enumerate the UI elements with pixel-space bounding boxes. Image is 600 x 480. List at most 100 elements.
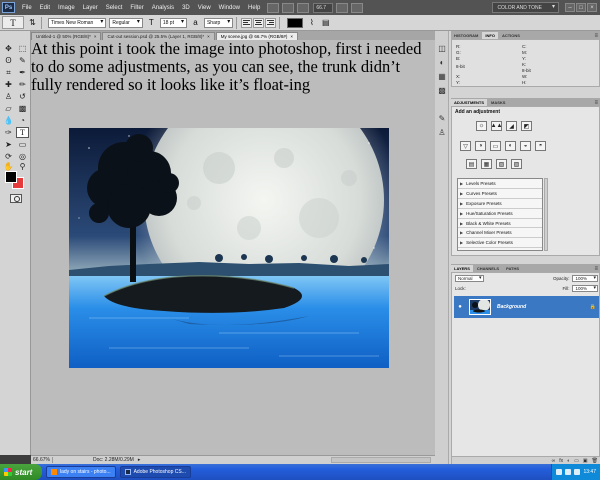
- tray-volume-icon[interactable]: [565, 469, 572, 475]
- tab-adjustments[interactable]: ADJUSTMENTS: [451, 99, 488, 106]
- start-button[interactable]: start: [0, 464, 42, 480]
- brushes-panel-icon[interactable]: ✎: [437, 113, 447, 123]
- opacity-field[interactable]: 100%: [572, 275, 598, 282]
- zoom-tool-icon[interactable]: ⚲: [16, 161, 29, 172]
- type-tool-icon[interactable]: T: [16, 127, 29, 138]
- tab-layers[interactable]: LAYERS: [451, 265, 473, 272]
- exposure-icon[interactable]: ◩: [521, 121, 532, 131]
- swatches-panel-icon[interactable]: ▦: [437, 71, 447, 81]
- mini-bridge-button[interactable]: [282, 2, 295, 13]
- arrange-documents-button[interactable]: [336, 2, 349, 13]
- threshold-icon[interactable]: ▧: [496, 159, 507, 169]
- healing-brush-tool-icon[interactable]: ✚: [2, 79, 15, 90]
- menu-select[interactable]: Select: [102, 5, 127, 11]
- menu-layer[interactable]: Layer: [79, 5, 102, 11]
- gradient-tool-icon[interactable]: ▩: [16, 103, 29, 114]
- hand-button[interactable]: [297, 2, 310, 13]
- channel-mixer-icon[interactable]: ◓: [535, 141, 546, 151]
- menu-edit[interactable]: Edit: [36, 5, 54, 11]
- invert-icon[interactable]: ▤: [466, 159, 477, 169]
- tab-histogram[interactable]: HISTOGRAM: [451, 32, 481, 39]
- preset-selective-color[interactable]: ▶ Selective Color Presets: [458, 238, 542, 249]
- preset-channel-mixer[interactable]: ▶ Channel Mixer Presets: [458, 228, 542, 239]
- brightness-contrast-icon[interactable]: ☼: [476, 121, 487, 131]
- tray-network-icon[interactable]: [556, 469, 563, 475]
- character-panel-icon[interactable]: ▤: [320, 18, 331, 28]
- black-white-icon[interactable]: ◐: [505, 141, 516, 151]
- clone-stamp-tool-icon[interactable]: ♙: [2, 91, 15, 102]
- align-left-button[interactable]: [241, 17, 253, 28]
- bridge-button[interactable]: [267, 2, 280, 13]
- antialias-select[interactable]: Sharp: [203, 17, 234, 28]
- styles-panel-icon[interactable]: ▩: [437, 85, 447, 95]
- menu-analysis[interactable]: Analysis: [148, 5, 178, 11]
- tab-masks[interactable]: MASKS: [488, 99, 508, 106]
- text-color-swatch[interactable]: [287, 17, 304, 28]
- crop-tool-icon[interactable]: ⌗: [2, 67, 15, 78]
- zoom-level-field[interactable]: 66.7: [313, 2, 334, 13]
- tray-security-icon[interactable]: [574, 469, 581, 475]
- horizontal-scrollbar[interactable]: [331, 457, 431, 463]
- menu-window[interactable]: Window: [215, 5, 244, 11]
- levels-icon[interactable]: ▲▲: [491, 121, 502, 131]
- preset-exposure[interactable]: ▶ Exposure Presets: [458, 199, 542, 209]
- photo-filter-icon[interactable]: ◒: [520, 141, 531, 151]
- gradient-map-icon[interactable]: ▨: [511, 159, 522, 169]
- taskbar-item-photoshop[interactable]: Adobe Photoshop CS...: [119, 466, 191, 478]
- pen-tool-icon[interactable]: ✑: [2, 127, 15, 138]
- menu-filter[interactable]: Filter: [126, 5, 147, 11]
- tab-actions[interactable]: ACTIONS: [499, 32, 523, 39]
- navigator-icon[interactable]: ◫: [437, 43, 447, 53]
- tab-channels[interactable]: CHANNELS: [474, 265, 502, 272]
- preset-curves[interactable]: ▶ Curves Presets: [458, 189, 542, 199]
- lasso-tool-icon[interactable]: ʘ: [2, 55, 15, 66]
- preset-levels[interactable]: ▶ Levels Presets: [458, 179, 542, 189]
- fill-field[interactable]: 100%: [572, 285, 598, 292]
- presets-scrollbar[interactable]: [544, 178, 548, 251]
- menu-image[interactable]: Image: [54, 5, 79, 11]
- color-balance-icon[interactable]: ▭: [490, 141, 501, 151]
- dodge-tool-icon[interactable]: ◔: [16, 115, 29, 126]
- quick-mask-icon[interactable]: [10, 194, 22, 203]
- history-brush-tool-icon[interactable]: ↺: [16, 91, 29, 102]
- document-canvas[interactable]: At this point i took the image into phot…: [31, 40, 435, 455]
- font-family-select[interactable]: Times New Roman: [48, 17, 107, 28]
- menu-help[interactable]: Help: [244, 5, 264, 11]
- vibrance-icon[interactable]: ▽: [460, 141, 471, 151]
- clone-source-icon[interactable]: ♙: [437, 127, 447, 137]
- workspace-switcher[interactable]: COLOR AND TONE: [492, 2, 559, 13]
- font-size-select[interactable]: 18 pt: [159, 17, 187, 28]
- shape-tool-icon[interactable]: ▭: [16, 139, 29, 150]
- brush-tool-icon[interactable]: ✏: [16, 79, 29, 90]
- align-center-button[interactable]: [253, 17, 265, 28]
- clock[interactable]: 13:47: [583, 469, 596, 475]
- warp-text-icon[interactable]: ⌇: [306, 18, 317, 28]
- eyedropper-tool-icon[interactable]: ✒: [16, 67, 29, 78]
- curves-icon[interactable]: ◢: [506, 121, 517, 131]
- align-right-button[interactable]: [265, 17, 277, 28]
- tab-info[interactable]: INFO: [482, 32, 498, 39]
- taskbar-item-browser[interactable]: lady on stairs - photo...: [46, 466, 116, 478]
- tool-preset-picker[interactable]: T: [2, 16, 24, 29]
- text-orientation-icon[interactable]: ⇅: [27, 18, 38, 28]
- path-selection-tool-icon[interactable]: ➤: [2, 139, 15, 150]
- hue-saturation-icon[interactable]: ◑: [475, 141, 486, 151]
- menu-file[interactable]: File: [18, 5, 36, 11]
- screen-mode-button[interactable]: [351, 2, 364, 13]
- tab-paths[interactable]: PATHS: [503, 265, 522, 272]
- preset-black-white[interactable]: ▶ Black & White Presets: [458, 219, 542, 229]
- maximize-button[interactable]: □: [576, 3, 586, 12]
- menu-view[interactable]: View: [194, 5, 215, 11]
- preset-hue-saturation[interactable]: ▶ Hue/Saturation Presets: [458, 209, 542, 219]
- status-zoom-field[interactable]: 66.67%: [31, 457, 53, 463]
- quick-select-tool-icon[interactable]: ✎: [16, 55, 29, 66]
- blend-mode-select[interactable]: Normal: [455, 275, 484, 282]
- layer-background[interactable]: ● Background 🔒: [454, 296, 599, 318]
- marquee-tool-icon[interactable]: ⬚: [16, 43, 29, 54]
- minimize-button[interactable]: –: [565, 3, 575, 12]
- color-panel-icon[interactable]: ◐: [437, 57, 447, 67]
- visibility-eye-icon[interactable]: ●: [456, 303, 464, 311]
- font-style-select[interactable]: Regular: [109, 17, 143, 28]
- close-button[interactable]: ×: [587, 3, 597, 12]
- menu-3d[interactable]: 3D: [178, 5, 194, 11]
